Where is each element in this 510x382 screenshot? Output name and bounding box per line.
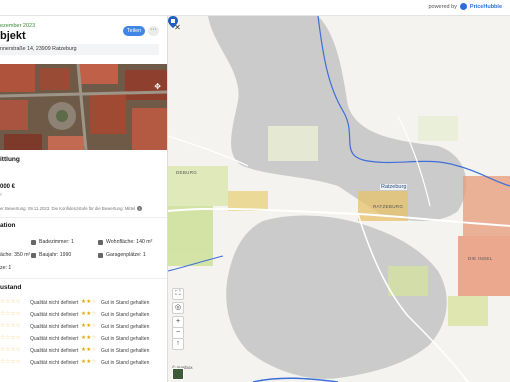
expand-icon[interactable]: ✥ [154, 82, 161, 91]
condition-left: Qualität nicht definiert [30, 360, 79, 366]
feature-label: Badezimmer: 1 [39, 239, 74, 245]
brand-name: PriceHubble [469, 3, 502, 10]
place-label: DIE INSEL [468, 256, 493, 261]
feature-build-year: Baujahr: 1990 [31, 252, 71, 258]
divider [0, 217, 167, 218]
feature-garage: Garagenplätze: 1 [98, 252, 146, 258]
pin-label: Ratzeburg [380, 184, 408, 190]
powered-by: powered by PriceHubble [428, 3, 502, 10]
valuation-price: 000 € [0, 184, 16, 190]
condition-right: Gut in Stand gehalten [101, 300, 150, 306]
stars-quality-icon: ☆☆☆☆ [0, 335, 21, 341]
map-view[interactable]: ✕ DEBURG RATZEBURG DIE INSEL Ratzeburg ⛶… [168, 16, 510, 382]
stars-quality-icon: ☆☆☆☆ [0, 311, 21, 317]
stars-quality-icon: ☆☆☆☆ [0, 359, 21, 365]
feature-label: äche: 350 m² [0, 252, 31, 258]
feature-label: Wohnfläche: 140 m² [106, 239, 153, 245]
condition-heading: ustand [0, 284, 22, 291]
share-button[interactable]: Teilen [123, 26, 145, 36]
top-bar: powered by PriceHubble [0, 0, 510, 16]
condition-left: Qualität nicht definiert [30, 324, 79, 330]
valuation-heading: ittlung [0, 156, 20, 163]
condition-right: Gut in Stand gehalten [101, 312, 150, 318]
stars-state-icon: ★★☆ [81, 335, 97, 341]
page-title: bjekt [0, 30, 26, 42]
layer-switch-icon[interactable] [172, 368, 184, 380]
info-icon[interactable]: i [137, 206, 143, 211]
build-year-icon [31, 252, 36, 258]
condition-row: ☆☆☆☆ Qualität nicht definiert ★★☆ Gut in… [0, 323, 167, 332]
bedroom-icon [31, 239, 36, 245]
condition-right: Gut in Stand gehalten [101, 360, 150, 366]
aerial-photo[interactable]: ✥ [0, 64, 167, 150]
condition-left: Qualität nicht definiert [30, 336, 79, 342]
condition-right: Gut in Stand gehalten [101, 348, 150, 354]
valuation-note: er Bewertung: 09.11.2023. Die Konfidenzs… [0, 206, 143, 211]
garage-icon [98, 252, 103, 258]
place-label: DEBURG [176, 170, 198, 175]
feature-floors: ze: 1 [0, 265, 11, 271]
living-area-icon [98, 239, 103, 245]
stars-quality-icon: ☆☆☆☆ [0, 299, 21, 305]
aerial-photo-image [0, 64, 167, 150]
stars-state-icon: ★★☆ [81, 347, 97, 353]
condition-right: Gut in Stand gehalten [101, 336, 150, 342]
stars-quality-icon: ☆☆☆☆ [0, 323, 21, 329]
condition-left: Qualität nicht definiert [30, 300, 79, 306]
place-label: RATZEBURG [373, 204, 404, 209]
condition-row: ☆☆☆☆ Qualität nicht definiert ★★☆ Gut in… [0, 335, 167, 344]
details-panel: ezember 2023 bjekt Teilen ··· nnerstraße… [0, 16, 168, 382]
date-line: ezember 2023 [0, 23, 36, 29]
condition-row: ☆☆☆☆ Qualität nicht definiert ★★☆ Gut in… [0, 299, 167, 308]
stars-state-icon: ★★☆ [81, 323, 97, 329]
stars-state-icon: ★★☆ [81, 311, 97, 317]
map-canvas [168, 16, 510, 382]
stars-quality-icon: ☆☆☆☆ [0, 347, 21, 353]
stars-state-icon: ★★☆ [81, 359, 97, 365]
locate-icon[interactable]: ◎ [172, 302, 184, 314]
feature-plot-area: äche: 350 m² [0, 252, 30, 258]
compass-icon[interactable]: ↑ [172, 338, 184, 350]
address-text: nnerstraße 14, 23909 Ratzeburg [0, 46, 77, 52]
fullscreen-icon[interactable]: ⛶ [172, 288, 184, 300]
more-options-button[interactable]: ··· [148, 26, 159, 36]
divider [0, 278, 167, 279]
stars-state-icon: ★★☆ [81, 299, 97, 305]
location-heading: ation [0, 222, 16, 229]
address-field: nnerstraße 14, 23909 Ratzeburg [0, 44, 159, 55]
condition-left: Qualität nicht definiert [30, 348, 79, 354]
condition-row: ☆☆☆☆ Qualität nicht definiert ★★☆ Gut in… [0, 359, 167, 368]
feature-label: ze: 1 [0, 265, 12, 271]
powered-by-label: powered by [428, 3, 457, 10]
condition-row: ☆☆☆☆ Qualität nicht definiert ★★☆ Gut in… [0, 311, 167, 320]
feature-bathrooms: Badezimmer: 1 [31, 239, 74, 245]
valuation-price-sub: ² [0, 193, 2, 199]
condition-right: Gut in Stand gehalten [101, 324, 150, 330]
valuation-note-text: er Bewertung: 09.11.2023. Die Konfidenzs… [0, 206, 136, 211]
condition-row: ☆☆☆☆ Qualität nicht definiert ★★☆ Gut in… [0, 347, 167, 356]
feature-label: Garagenplätze: 1 [106, 252, 146, 258]
pricehubble-logo-icon [459, 3, 467, 10]
location-pin-icon[interactable] [168, 16, 178, 28]
condition-left: Qualität nicht definiert [30, 312, 79, 318]
feature-label: Baujahr: 1990 [39, 252, 72, 258]
feature-living-area: Wohnfläche: 140 m² [98, 239, 152, 245]
